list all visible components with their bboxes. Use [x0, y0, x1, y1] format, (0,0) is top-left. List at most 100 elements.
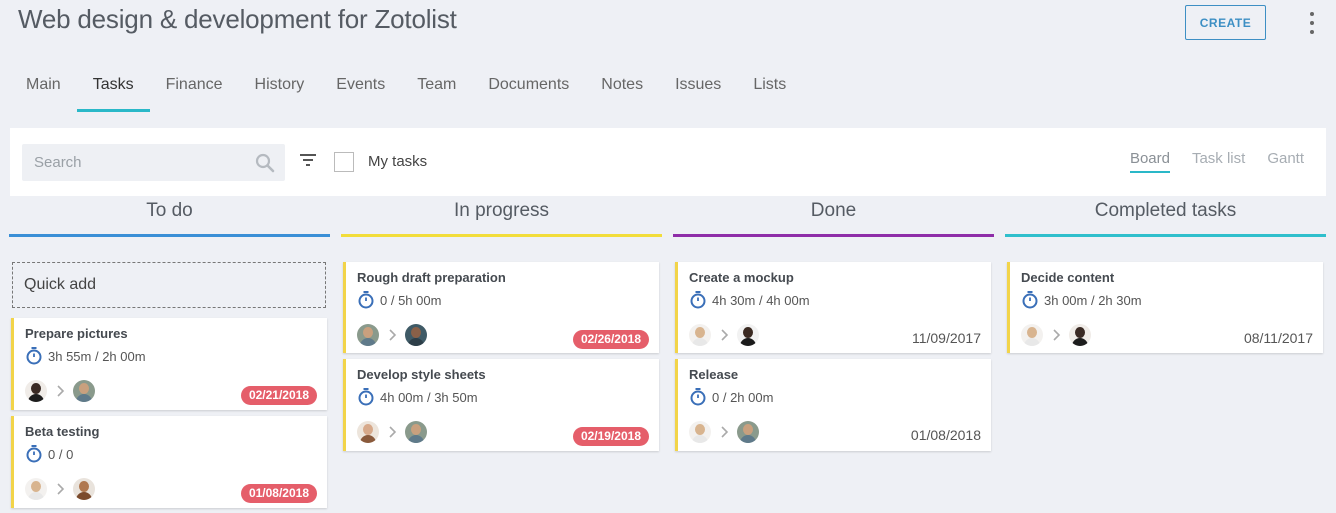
- timer-icon: [26, 347, 42, 365]
- column-bar: [9, 234, 330, 237]
- task-time-text: 4h 00m / 3h 50m: [380, 389, 478, 405]
- task-time-text: 0 / 5h 00m: [380, 292, 442, 308]
- due-date-badge: 01/08/2018: [240, 484, 317, 503]
- tab-issues[interactable]: Issues: [659, 66, 737, 112]
- avatar[interactable]: [25, 478, 47, 500]
- chevron-right-icon: [57, 385, 65, 397]
- task-card[interactable]: Release 0 / 2h 00m 01/08/2018: [675, 359, 991, 451]
- tab-documents[interactable]: Documents: [472, 66, 585, 112]
- due-date-badge: 02/19/2018: [572, 427, 649, 446]
- task-people: [689, 324, 759, 346]
- avatar[interactable]: [73, 380, 95, 402]
- timer-icon: [358, 291, 374, 309]
- column-title: In progress: [453, 200, 550, 221]
- task-people: [689, 421, 759, 443]
- completed-date: 11/09/2017: [911, 330, 981, 346]
- avatar[interactable]: [737, 324, 759, 346]
- column-bar: [673, 234, 994, 237]
- task-time-text: 4h 30m / 4h 00m: [712, 292, 810, 308]
- timer-icon: [26, 445, 42, 463]
- task-people: [25, 380, 95, 402]
- avatar[interactable]: [1021, 324, 1043, 346]
- quick-add-field[interactable]: Quick add: [12, 262, 326, 308]
- avatar[interactable]: [25, 380, 47, 402]
- avatar[interactable]: [357, 324, 379, 346]
- avatar[interactable]: [689, 324, 711, 346]
- view-board[interactable]: Board: [1129, 150, 1170, 173]
- column-bar: [1005, 234, 1326, 237]
- avatar[interactable]: [357, 421, 379, 443]
- board-toolbar: My tasks Board Task list Gantt: [10, 128, 1326, 196]
- task-time-text: 3h 00m / 2h 30m: [1044, 292, 1142, 308]
- due-date-badge: 02/26/2018: [572, 330, 649, 349]
- avatar[interactable]: [737, 421, 759, 443]
- column-title: To do: [146, 200, 193, 221]
- tab-history[interactable]: History: [239, 66, 321, 112]
- more-vert-icon[interactable]: [1302, 12, 1322, 34]
- tab-team[interactable]: Team: [401, 66, 472, 112]
- completed-date: 01/08/2018: [910, 427, 981, 443]
- task-time-text: 0 / 2h 00m: [712, 389, 774, 405]
- timer-icon: [690, 388, 706, 406]
- view-task-list[interactable]: Task list: [1192, 150, 1245, 173]
- task-time: 0 / 5h 00m: [357, 291, 441, 309]
- page-title: Web design & development for Zotolist: [18, 4, 457, 34]
- view-gantt[interactable]: Gantt: [1267, 150, 1304, 173]
- avatar[interactable]: [1069, 324, 1091, 346]
- task-time-text: 3h 55m / 2h 00m: [48, 348, 146, 364]
- chevron-right-icon: [389, 426, 397, 438]
- search-icon[interactable]: [255, 153, 275, 173]
- task-time: 4h 00m / 3h 50m: [357, 388, 478, 406]
- task-card[interactable]: Develop style sheets 4h 00m / 3h 50m 02/…: [343, 359, 659, 451]
- tab-notes[interactable]: Notes: [585, 66, 659, 112]
- task-time: 0 / 2h 00m: [689, 388, 773, 406]
- search-box: [22, 144, 285, 181]
- column-bar: [341, 234, 662, 237]
- chevron-right-icon: [389, 329, 397, 341]
- timer-icon: [690, 291, 706, 309]
- task-name: Decide content: [1021, 270, 1115, 285]
- avatar[interactable]: [405, 421, 427, 443]
- task-name: Create a mockup: [689, 270, 794, 285]
- avatar[interactable]: [405, 324, 427, 346]
- column-header-completed: Completed tasks: [1005, 198, 1326, 237]
- task-card[interactable]: Beta testing 0 / 0 01/08/2018: [11, 416, 327, 508]
- my-tasks-checkbox[interactable]: [334, 152, 354, 172]
- task-time: 0 / 0: [25, 445, 73, 463]
- view-switcher: Board Task list Gantt: [1129, 150, 1304, 173]
- chevron-right-icon: [721, 426, 729, 438]
- task-card[interactable]: Prepare pictures 3h 55m / 2h 00m 02/21/2…: [11, 318, 327, 410]
- tab-main[interactable]: Main: [10, 66, 77, 112]
- task-card[interactable]: Decide content 3h 00m / 2h 30m 08/11/201…: [1007, 262, 1323, 353]
- tab-tasks[interactable]: Tasks: [76, 66, 150, 112]
- task-people: [25, 478, 95, 500]
- task-card[interactable]: Rough draft preparation 0 / 5h 00m 02/26…: [343, 262, 659, 353]
- task-time: 3h 55m / 2h 00m: [25, 347, 146, 365]
- column-header-todo: To do: [9, 198, 330, 237]
- task-name: Rough draft preparation: [357, 270, 506, 285]
- task-name: Prepare pictures: [25, 326, 128, 341]
- due-date-badge: 02/21/2018: [240, 386, 317, 405]
- filter-icon[interactable]: [300, 154, 316, 166]
- task-name: Release: [689, 367, 739, 382]
- create-button[interactable]: CREATE: [1185, 5, 1266, 40]
- chevron-right-icon: [1053, 329, 1061, 341]
- tab-finance[interactable]: Finance: [150, 66, 239, 112]
- task-people: [1021, 324, 1091, 346]
- my-tasks-label: My tasks: [368, 153, 428, 170]
- tab-events[interactable]: Events: [320, 66, 401, 112]
- column-header-done: Done: [673, 198, 994, 237]
- task-time-text: 0 / 0: [48, 446, 74, 462]
- column-title: Done: [810, 200, 857, 221]
- search-input[interactable]: [22, 144, 242, 181]
- avatar[interactable]: [689, 421, 711, 443]
- timer-icon: [358, 388, 374, 406]
- tab-lists[interactable]: Lists: [737, 66, 802, 112]
- column-title: Completed tasks: [1094, 200, 1237, 221]
- task-time: 3h 00m / 2h 30m: [1021, 291, 1142, 309]
- column-header-in-progress: In progress: [341, 198, 662, 237]
- chevron-right-icon: [57, 483, 65, 495]
- task-time: 4h 30m / 4h 00m: [689, 291, 810, 309]
- task-card[interactable]: Create a mockup 4h 30m / 4h 00m 11/09/20…: [675, 262, 991, 353]
- avatar[interactable]: [73, 478, 95, 500]
